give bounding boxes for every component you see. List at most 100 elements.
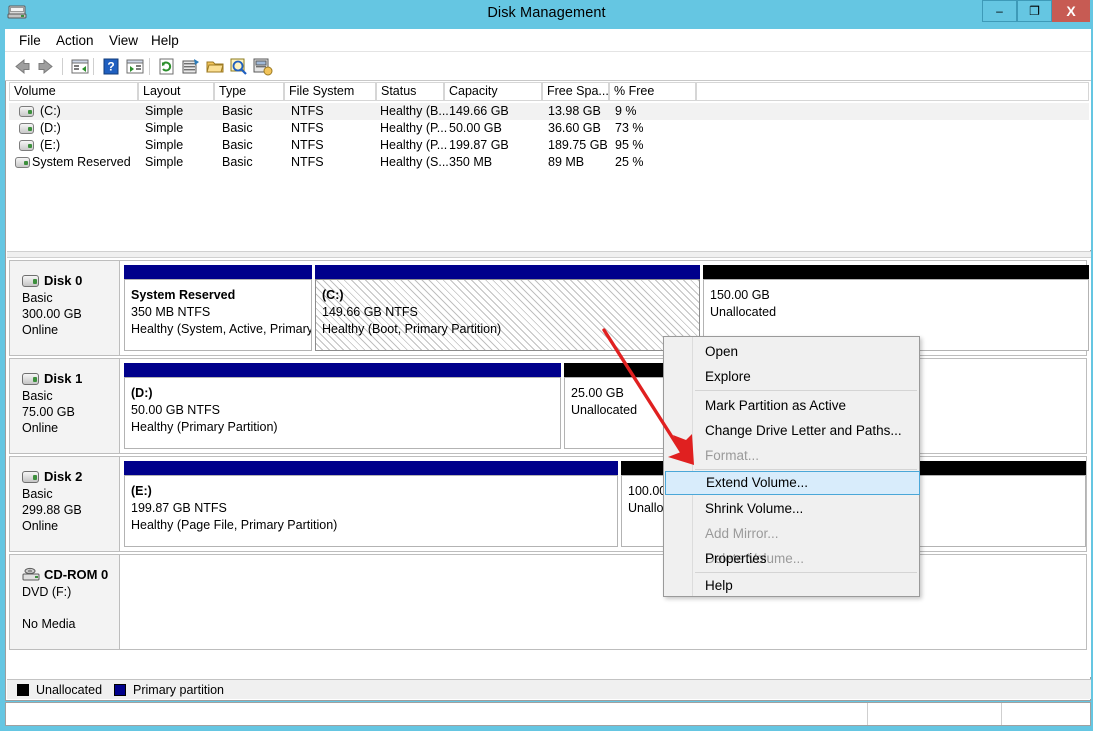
menu-item-explore[interactable]: Explore	[665, 364, 920, 389]
menu-item-format: Format...	[705, 448, 760, 463]
cell-capacity: 149.66 GB	[449, 104, 509, 118]
disk-kind-1: Basic	[22, 389, 53, 403]
cell-layout: Simple	[145, 155, 184, 169]
disk-icon	[22, 373, 39, 385]
disk-row-1[interactable]: Disk 1 Basic 75.00 GB Online (D:) 50.00 …	[9, 358, 1087, 454]
partition-system-reserved[interactable]: System Reserved 350 MB NTFS Healthy (Sys…	[124, 265, 312, 351]
volume-icon	[15, 157, 30, 168]
disk-info-0: Disk 0 Basic 300.00 GB Online	[10, 261, 120, 355]
table-row[interactable]: System Reserved Simple Basic NTFS Health…	[9, 154, 1089, 171]
partition-e-drive[interactable]: (E:) 199.87 GB NTFS Healthy (Page File, …	[124, 461, 618, 547]
column-filler[interactable]	[696, 82, 1089, 101]
cell-status: Healthy (S...	[380, 155, 449, 169]
column-volume[interactable]: Volume	[9, 82, 138, 101]
partition-status: Healthy (Primary Partition)	[131, 420, 278, 434]
disk-partitions-cdrom	[121, 555, 1086, 649]
client-area: Volume Layout Type File System Status Ca…	[5, 81, 1091, 701]
menu-item-mark-partition-as-active[interactable]: Mark Partition as Active	[665, 393, 920, 418]
partition-body: (E:) 199.87 GB NTFS Healthy (Page File, …	[124, 475, 618, 547]
menu-action[interactable]: Action	[51, 32, 99, 49]
partition-title: (D:)	[131, 386, 153, 400]
cdrom-icon	[22, 567, 40, 581]
rescan-disks-icon[interactable]	[252, 56, 274, 77]
back-arrow-icon[interactable]	[11, 56, 33, 77]
cell-percent-free: 95 %	[615, 138, 644, 152]
up-one-level-icon[interactable]	[69, 56, 91, 77]
partition-title: (C:)	[322, 288, 344, 302]
properties-icon[interactable]	[180, 56, 202, 77]
status-divider-2	[1001, 703, 1002, 725]
table-row[interactable]: (C:) Simple Basic NTFS Healthy (B... 149…	[9, 103, 1089, 120]
maximize-button[interactable]: ❐	[1017, 0, 1052, 22]
disk-partitions-2: (E:) 199.87 GB NTFS Healthy (Page File, …	[121, 457, 1086, 551]
volume-icon	[19, 106, 34, 117]
column-layout[interactable]: Layout	[138, 82, 214, 101]
cdrom-drive-letter: DVD (F:)	[22, 585, 72, 599]
forward-arrow-icon[interactable]	[35, 56, 57, 77]
legend-swatch-unallocated	[17, 684, 29, 696]
help-icon[interactable]: ?	[100, 56, 122, 77]
cell-volume: (C:)	[40, 104, 61, 118]
partition-title: (E:)	[131, 484, 152, 498]
menu-item-open[interactable]: Open	[665, 339, 920, 364]
maximize-icon: ❐	[1029, 4, 1040, 18]
cell-status: Healthy (P...	[380, 121, 448, 135]
column-percent-free[interactable]: % Free	[609, 82, 696, 101]
menu-item-help[interactable]: Help	[665, 573, 920, 598]
cell-type: Basic	[222, 121, 253, 135]
cell-layout: Simple	[145, 104, 184, 118]
disk-state-0: Online	[22, 323, 59, 337]
disk-partitions-1: (D:) 50.00 GB NTFS Healthy (Primary Part…	[121, 359, 1086, 453]
cell-capacity: 199.87 GB	[449, 138, 509, 152]
menu-help[interactable]: Help	[146, 32, 184, 49]
table-row[interactable]: (E:) Simple Basic NTFS Healthy (P... 199…	[9, 137, 1089, 154]
menu-item-add-mirror: Add Mirror...	[705, 526, 779, 541]
partition-d-drive[interactable]: (D:) 50.00 GB NTFS Healthy (Primary Part…	[124, 363, 561, 449]
partition-c-drive[interactable]: (C:) 149.66 GB NTFS Healthy (Boot, Prima…	[315, 265, 700, 351]
pane-splitter[interactable]	[7, 251, 1091, 258]
disk-size-0: 300.00 GB	[22, 307, 82, 321]
legend: Unallocated Primary partition	[7, 679, 1091, 699]
column-type[interactable]: Type	[214, 82, 284, 101]
table-row[interactable]: (D:) Simple Basic NTFS Healthy (P... 50.…	[9, 120, 1089, 137]
column-status[interactable]: Status	[376, 82, 444, 101]
cell-file-system: NTFS	[291, 121, 324, 135]
minimize-button[interactable]: –	[982, 0, 1017, 22]
menu-item-shrink-volume[interactable]: Shrink Volume...	[665, 496, 920, 521]
toolbar: ?	[5, 52, 1091, 81]
column-free-space[interactable]: Free Spa...	[542, 82, 609, 101]
window-title: Disk Management	[487, 5, 606, 21]
partition-status: Unallocated	[710, 305, 777, 319]
disk-label-1: Disk 1	[22, 371, 119, 386]
refresh-icon[interactable]	[156, 56, 178, 77]
open-icon[interactable]	[204, 56, 226, 77]
cell-percent-free: 73 %	[615, 121, 644, 135]
partition-bar	[315, 265, 700, 279]
disk-label-0: Disk 0	[22, 273, 119, 288]
title-bar: Disk Management – ❐ X	[0, 0, 1093, 29]
disk-state-2: Online	[22, 519, 59, 533]
cell-file-system: NTFS	[291, 155, 324, 169]
menu-item-change-drive-letter-and-paths[interactable]: Change Drive Letter and Paths...	[665, 418, 920, 443]
partition-bar	[703, 265, 1089, 279]
menu-file[interactable]: File	[14, 32, 46, 49]
column-file-system[interactable]: File System	[284, 82, 376, 101]
column-capacity[interactable]: Capacity	[444, 82, 542, 101]
cell-volume: (E:)	[40, 138, 61, 152]
cell-percent-free: 9 %	[615, 104, 637, 118]
close-button[interactable]: X	[1052, 0, 1090, 22]
volume-icon	[19, 140, 34, 151]
disk-row-2[interactable]: Disk 2 Basic 299.88 GB Online (E:) 199.8…	[9, 456, 1087, 552]
zoom-icon[interactable]	[228, 56, 250, 77]
show-hide-console-tree-icon[interactable]	[124, 56, 146, 77]
menu-item-properties[interactable]: Properties	[665, 546, 920, 571]
disk-row-cdrom[interactable]: CD-ROM 0 DVD (F:) No Media	[9, 554, 1087, 650]
disk-partitions-0: System Reserved 350 MB NTFS Healthy (Sys…	[121, 261, 1089, 355]
partition-status: Healthy (Boot, Primary Partition)	[322, 322, 502, 336]
menu-view[interactable]: View	[104, 32, 143, 49]
disk-info-cdrom: CD-ROM 0 DVD (F:) No Media	[10, 555, 120, 649]
menu-item-extend-volume[interactable]: Extend Volume...	[665, 471, 920, 495]
cell-status: Healthy (B...	[380, 104, 449, 118]
cell-type: Basic	[222, 155, 253, 169]
disk-row-0[interactable]: Disk 0 Basic 300.00 GB Online System Res…	[9, 260, 1089, 356]
